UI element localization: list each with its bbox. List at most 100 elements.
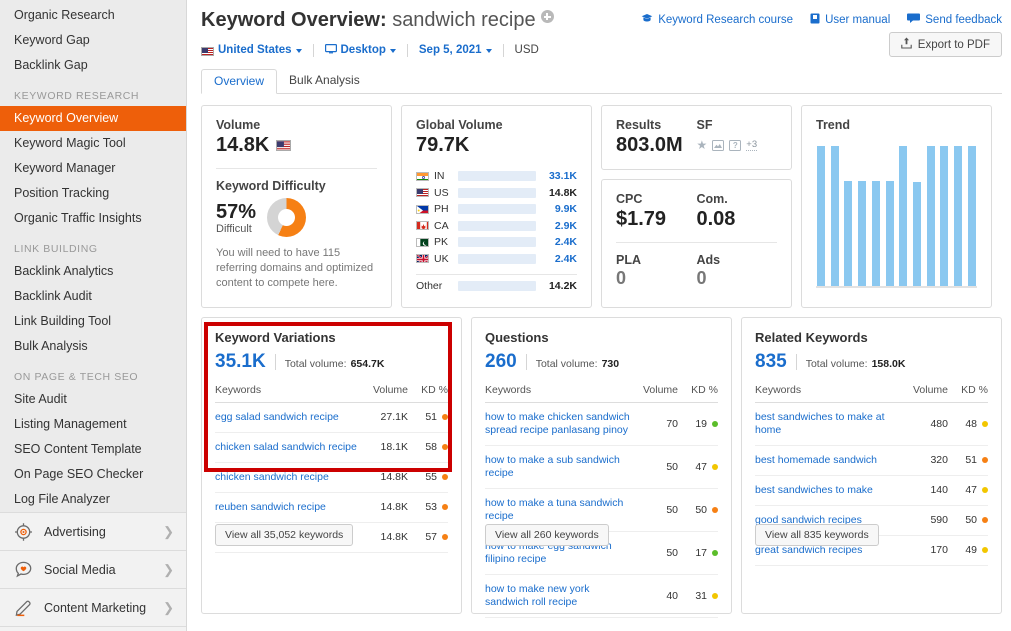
table-row[interactable]: reuben sandwich recipe 14.8K 53 bbox=[215, 492, 448, 523]
sidebar-item-backlink-gap[interactable]: Backlink Gap bbox=[0, 53, 186, 78]
volume-cell: 140 bbox=[902, 475, 948, 506]
keyword-panels: Keyword Variations 35.1K Total volume: 654.… bbox=[201, 316, 1002, 618]
volume-cell: 14.8K bbox=[362, 462, 408, 493]
global-volume-row[interactable]: CA 2.9K bbox=[416, 218, 577, 235]
keyword-table: Keywords Volume KD % how to make chicken sa… bbox=[485, 383, 718, 618]
sidebar-item-log-file-analyzer[interactable]: Log File Analyzer bbox=[0, 487, 186, 512]
global-volume-row[interactable]: UK 2.4K bbox=[416, 251, 577, 268]
star-icon[interactable]: ★ bbox=[697, 139, 708, 151]
global-volume-row[interactable]: IN 33.1K bbox=[416, 168, 577, 185]
link-send-feedback[interactable]: Send feedback bbox=[907, 13, 1002, 27]
table-row[interactable]: egg salad sandwich recipe 27.1K 51 bbox=[215, 402, 448, 433]
country-code: PH bbox=[434, 203, 449, 216]
kd-value: 47 bbox=[965, 484, 977, 496]
sidebar-group-content-marketing[interactable]: Content Marketing ❯ bbox=[0, 588, 186, 626]
date-label: Sep 5, 2021 bbox=[418, 44, 482, 56]
sidebar-item-backlink-analytics[interactable]: Backlink Analytics bbox=[0, 259, 186, 284]
link-keyword-research-course[interactable]: Keyword Research course bbox=[641, 13, 793, 27]
view-all-button[interactable]: View all 835 keywords bbox=[755, 523, 879, 546]
results-label: Results bbox=[616, 118, 662, 132]
keyword-link[interactable]: egg salad sandwich recipe bbox=[215, 411, 362, 424]
global-volume-row[interactable]: PH 9.9K bbox=[416, 201, 577, 218]
volume-cell: 70 bbox=[632, 402, 678, 446]
tab-overview[interactable]: Overview bbox=[201, 69, 278, 94]
sidebar-group-advertising[interactable]: Advertising ❯ bbox=[0, 512, 186, 550]
sidebar-group-competitive-research[interactable]: Competitive Research❯ bbox=[0, 626, 186, 631]
keyword-link[interactable]: reuben sandwich recipe bbox=[215, 501, 362, 514]
sidebar-item-keyword-manager[interactable]: Keyword Manager bbox=[0, 156, 186, 181]
country-code: PK bbox=[434, 236, 449, 249]
kd-cell: 53 bbox=[408, 492, 448, 523]
sidebar-item-listing-management[interactable]: Listing Management bbox=[0, 412, 186, 437]
image-icon[interactable] bbox=[712, 139, 725, 151]
trend-label: Trend bbox=[816, 118, 851, 132]
sidebar-item-organic-traffic-insights[interactable]: Organic Traffic Insights bbox=[0, 206, 186, 231]
table-row[interactable]: best sandwiches to make 140 47 bbox=[755, 475, 988, 506]
sidebar-item-bulk-analysis[interactable]: Bulk Analysis bbox=[0, 334, 186, 359]
view-all-button[interactable]: View all 260 keywords bbox=[485, 523, 609, 546]
question-icon[interactable]: ? bbox=[729, 139, 742, 151]
kd-cell: 51 bbox=[408, 402, 448, 433]
sidebar-item-keyword-overview[interactable]: Keyword Overview bbox=[0, 106, 186, 131]
other-volume: 14.2K bbox=[548, 280, 577, 293]
keyword-cell: reuben sandwich recipe bbox=[215, 492, 362, 523]
date-selector[interactable]: Sep 5, 2021 bbox=[419, 44, 492, 56]
kd-cell: 47 bbox=[678, 445, 718, 489]
keyword-link[interactable]: how to make a sub sandwich recipe bbox=[485, 454, 632, 480]
keyword-link[interactable]: best sandwiches to make at home bbox=[755, 411, 902, 437]
ca-flag-icon bbox=[416, 221, 429, 231]
keyword-cell: egg salad sandwich recipe bbox=[215, 402, 362, 433]
sidebar-item-link-building-tool[interactable]: Link Building Tool bbox=[0, 309, 186, 334]
view-all-button[interactable]: View all 35,052 keywords bbox=[215, 523, 354, 546]
card-global-volume: Global Volume 79.7K IN 33.1K US 14.8K PH 9.9K… bbox=[401, 105, 592, 308]
global-volume-row[interactable]: US 14.8K bbox=[416, 185, 577, 202]
page-title-prefix: Keyword Overview: bbox=[201, 9, 387, 31]
keyword-cell: how to make chicken sandwich spread reci… bbox=[485, 402, 632, 446]
tab-bulk-analysis[interactable]: Bulk Analysis bbox=[277, 69, 372, 93]
keyword-link[interactable]: how to make new york sandwich roll recip… bbox=[485, 583, 632, 609]
sf-more-count[interactable]: +3 bbox=[746, 139, 758, 151]
global-volume-value: 79.7K bbox=[416, 134, 470, 156]
sidebar-item-organic-research[interactable]: Organic Research bbox=[0, 3, 186, 28]
sidebar-item-backlink-audit[interactable]: Backlink Audit bbox=[0, 284, 186, 309]
table-row[interactable]: chicken sandwich recipe 14.8K 55 bbox=[215, 462, 448, 493]
table-row[interactable]: how to make new york sandwich roll recip… bbox=[485, 574, 718, 618]
trend-bar bbox=[954, 146, 963, 286]
keyword-link[interactable]: how to make a tuna sandwich recipe bbox=[485, 497, 632, 523]
table-row[interactable]: best sandwiches to make at home 480 48 bbox=[755, 402, 988, 446]
us-flag-icon bbox=[201, 46, 214, 56]
keyword-link[interactable]: best homemade sandwich bbox=[755, 454, 902, 467]
sidebar-item-position-tracking[interactable]: Position Tracking bbox=[0, 181, 186, 206]
global-volume-row[interactable]: PK 2.4K bbox=[416, 234, 577, 251]
keyword-link[interactable]: chicken salad sandwich recipe bbox=[215, 441, 362, 454]
country-label: United States bbox=[218, 44, 292, 56]
kd-cell: 47 bbox=[948, 475, 988, 506]
sidebar-group-social-media[interactable]: Social Media ❯ bbox=[0, 550, 186, 588]
sidebar-sections: KEYWORD RESEARCH Keyword Overview Keyword … bbox=[0, 78, 186, 512]
link-user-manual[interactable]: User manual bbox=[810, 13, 890, 27]
table-row[interactable]: best homemade sandwich 320 51 bbox=[755, 445, 988, 476]
divider bbox=[216, 168, 377, 169]
sidebar-item-keyword-gap[interactable]: Keyword Gap bbox=[0, 28, 186, 53]
export-to-pdf-button[interactable]: Export to PDF bbox=[888, 32, 1002, 57]
sidebar-item-site-audit[interactable]: Site Audit bbox=[0, 387, 186, 412]
table-row[interactable]: how to make chicken sandwich spread reci… bbox=[485, 402, 718, 446]
keyword-link[interactable]: how to make chicken sandwich spread reci… bbox=[485, 411, 632, 437]
col-keywords: Keywords bbox=[755, 383, 902, 403]
keyword-link[interactable]: chicken sandwich recipe bbox=[215, 471, 362, 484]
ads-block: Ads 0 bbox=[697, 253, 778, 289]
chevron-down-icon bbox=[485, 49, 492, 53]
country-selector[interactable]: United States bbox=[201, 44, 302, 56]
panel-total-volume: Total volume: 158.0K bbox=[806, 358, 906, 370]
panel-count: 35.1K bbox=[215, 350, 266, 372]
add-circle-icon[interactable] bbox=[540, 10, 554, 23]
table-row[interactable]: how to make a sub sandwich recipe 50 47 bbox=[485, 445, 718, 489]
device-selector[interactable]: Desktop bbox=[324, 43, 396, 57]
kd-status-dot bbox=[982, 547, 988, 553]
sidebar-item-seo-content-template[interactable]: SEO Content Template bbox=[0, 437, 186, 462]
table-row[interactable]: chicken salad sandwich recipe 18.1K 58 bbox=[215, 432, 448, 463]
panel-summary: 35.1K Total volume: 654.7K bbox=[215, 351, 448, 373]
sidebar-item-keyword-magic-tool[interactable]: Keyword Magic Tool bbox=[0, 131, 186, 156]
sidebar-item-on-page-seo-checker[interactable]: On Page SEO Checker bbox=[0, 462, 186, 487]
keyword-link[interactable]: best sandwiches to make bbox=[755, 484, 902, 497]
